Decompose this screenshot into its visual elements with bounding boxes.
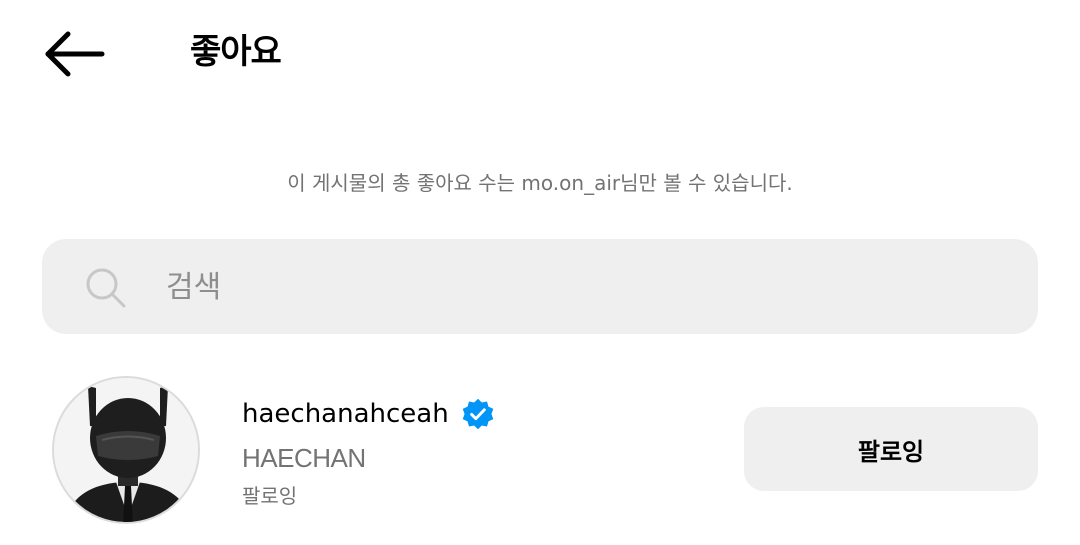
following-button[interactable]: 팔로잉 xyxy=(744,407,1038,491)
user-info: haechanahceah HAECHAN 팔로잉 xyxy=(242,394,722,512)
follow-status: 팔로잉 xyxy=(242,484,298,508)
likes-visibility-notice: 이 게시물의 총 좋아요 수는 mo.on_air님만 볼 수 있습니다. xyxy=(287,171,793,195)
full-name: HAECHAN xyxy=(242,443,366,473)
top-bar: 좋아요 xyxy=(0,0,1080,110)
avatar-image xyxy=(54,378,198,522)
page-title: 좋아요 xyxy=(190,32,282,72)
back-button[interactable] xyxy=(38,26,110,82)
verified-badge-icon xyxy=(461,397,495,431)
arrow-left-icon xyxy=(45,31,105,77)
username[interactable]: haechanahceah xyxy=(242,394,449,434)
search-input[interactable] xyxy=(166,262,966,312)
list-item[interactable]: haechanahceah HAECHAN 팔로잉 팔로잉 xyxy=(0,370,1080,530)
search-icon xyxy=(86,268,126,308)
avatar[interactable] xyxy=(52,376,200,524)
username-line: haechanahceah xyxy=(242,394,722,434)
